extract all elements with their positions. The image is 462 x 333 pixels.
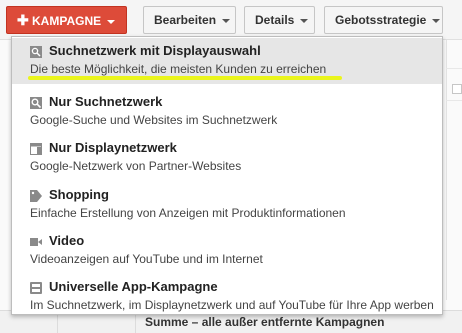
- display-layout-icon: [30, 143, 42, 155]
- menu-item-description: Im Suchnetzwerk, im Displaynetzwerk und …: [30, 298, 434, 312]
- chevron-down-icon: [222, 18, 231, 23]
- menu-item-title: Universelle App-Kampagne: [49, 279, 218, 294]
- table-column-edge: [446, 40, 462, 300]
- menu-item-display-only[interactable]: Nur Displaynetzwerk Google-Netzwerk von …: [12, 135, 442, 181]
- campaign-button-label: KAMPAGNE: [32, 14, 102, 28]
- menu-item-description: Einfache Erstellung von Anzeigen mit Pro…: [30, 206, 346, 220]
- menu-item-title: Nur Displaynetzwerk: [49, 140, 177, 155]
- chevron-down-icon: [300, 18, 309, 23]
- menu-item-app-campaign[interactable]: Universelle App-Kampagne Im Suchnetzwerk…: [12, 274, 442, 320]
- menu-item-search-only[interactable]: Nur Suchnetzwerk Google-Suche und Websit…: [12, 89, 442, 135]
- table-row-divider: [446, 100, 462, 101]
- menu-item-shopping[interactable]: Shopping Einfache Erstellung von Anzeige…: [12, 182, 442, 228]
- plus-icon: ✚: [17, 12, 29, 28]
- search-icon: [30, 97, 42, 109]
- campaign-type-menu: Suchnetzwerk mit Displayauswahl Die best…: [11, 36, 443, 315]
- search-display-icon: [30, 46, 42, 58]
- menu-item-title: Nur Suchnetzwerk: [49, 94, 163, 109]
- menu-item-video[interactable]: Video Videoanzeigen auf YouTube und im I…: [12, 228, 442, 274]
- app-icon: [30, 282, 42, 294]
- menu-item-title: Shopping: [49, 187, 109, 202]
- chevron-down-icon: [107, 19, 116, 24]
- menu-item-title: Suchnetzwerk mit Displayauswahl: [49, 43, 261, 58]
- tag-icon: [30, 190, 42, 202]
- chevron-down-icon: [432, 18, 441, 23]
- edit-button-label: Bearbeiten: [154, 13, 217, 27]
- yellow-highlight-mark: [28, 76, 342, 80]
- row-checkbox[interactable]: [452, 84, 462, 94]
- bid-strategy-button-label: Gebotsstrategie: [335, 13, 427, 27]
- table-row-divider: [446, 68, 462, 69]
- menu-item-title: Video: [49, 233, 85, 248]
- bid-strategy-dropdown-button[interactable]: Gebotsstrategie: [324, 6, 443, 34]
- details-button-label: Details: [255, 13, 295, 27]
- edit-dropdown-button[interactable]: Bearbeiten: [143, 6, 236, 34]
- menu-item-description: Die beste Möglichkeit, die meisten Kunde…: [30, 62, 327, 76]
- campaign-toolbar: ✚ KAMPAGNE Bearbeiten Details Gebotsstrat…: [0, 0, 462, 40]
- menu-item-search-display[interactable]: Suchnetzwerk mit Displayauswahl Die best…: [12, 38, 442, 84]
- menu-item-description: Google-Suche und Websites im Suchnetzwer…: [30, 113, 278, 127]
- menu-item-description: Videoanzeigen auf YouTube und im Interne…: [30, 252, 263, 266]
- new-campaign-button[interactable]: ✚ KAMPAGNE: [6, 6, 127, 34]
- video-camera-icon: [30, 236, 42, 248]
- details-dropdown-button[interactable]: Details: [244, 6, 315, 34]
- menu-item-description: Google-Netzwerk von Partner-Websites: [30, 159, 242, 173]
